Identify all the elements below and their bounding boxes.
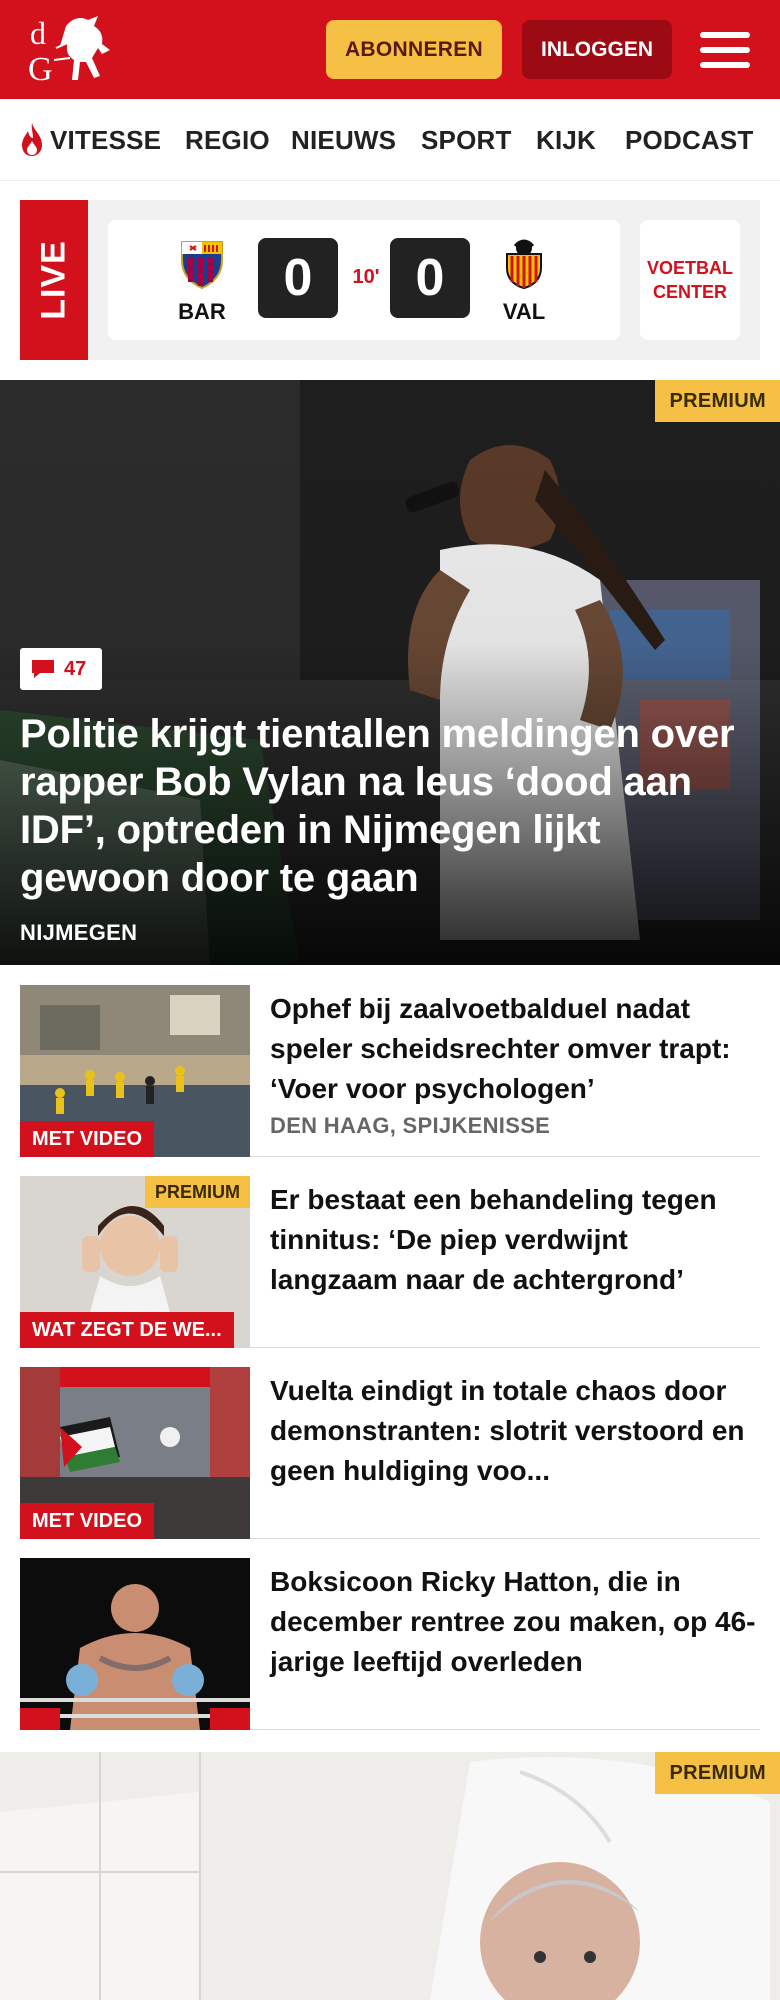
list-item[interactable]: Boksicoon Ricky Hatton, die in december …	[20, 1558, 760, 1730]
match-minute: 10'	[352, 266, 380, 288]
login-button[interactable]: INLOGGEN	[522, 20, 672, 79]
premium-badge: PREMIUM	[145, 1176, 250, 1208]
nav-item-kijk[interactable]: KIJK	[536, 125, 596, 156]
svg-text:G: G	[28, 51, 53, 86]
home-score: 0	[258, 238, 338, 318]
article-thumbnail	[20, 1558, 250, 1730]
article-thumbnail: MET VIDEO	[20, 1367, 250, 1539]
logo-icon[interactable]: d G	[26, 12, 116, 86]
premium-badge: PREMIUM	[655, 380, 780, 422]
subscribe-button[interactable]: ABONNEREN	[326, 20, 502, 79]
live-score-widget[interactable]: LIVE BAR 0 10' 0 VAL VOETBAL CENTER	[20, 200, 760, 360]
boxing-image	[20, 1558, 250, 1730]
main-nav: VITESSE REGIO NIEUWS SPORT KIJK PODCAST	[0, 99, 780, 181]
nav-item-vitesse[interactable]: VITESSE	[50, 125, 161, 156]
nav-item-regio[interactable]: REGIO	[185, 125, 270, 156]
away-score: 0	[390, 238, 470, 318]
flame-icon	[22, 123, 42, 156]
comment-icon	[32, 660, 54, 678]
top-header: d G ABONNEREN INLOGGEN	[0, 0, 780, 99]
comment-count-badge[interactable]: 47	[20, 648, 102, 690]
nav-item-podcast[interactable]: PODCAST	[625, 125, 754, 156]
svg-text:d: d	[30, 15, 46, 51]
voetbal-center-link[interactable]: VOETBAL CENTER	[640, 220, 740, 340]
valencia-crest-icon	[506, 239, 542, 290]
premium-badge: PREMIUM	[655, 1752, 780, 1794]
hero-article[interactable]: PREMIUM 47 Politie krijgt tientallen mel…	[0, 380, 780, 965]
nav-item-nieuws[interactable]: NIEUWS	[291, 125, 396, 156]
hero-location: NIJMEGEN	[20, 920, 138, 945]
score-card[interactable]: BAR 0 10' 0 VAL	[108, 220, 620, 340]
video-tag: MET VIDEO	[20, 1503, 155, 1539]
article-title[interactable]: Vuelta eindigt in totale chaos door demo…	[270, 1371, 760, 1491]
article-thumbnail: PREMIUM WAT ZEGT DE WE...	[20, 1176, 250, 1348]
comment-count: 47	[64, 657, 87, 680]
list-item[interactable]: PREMIUM WAT ZEGT DE WE... Er bestaat een…	[20, 1176, 760, 1348]
article-location: DEN HAAG, SPIJKENISSE	[270, 1113, 551, 1138]
menu-icon[interactable]	[700, 28, 752, 72]
list-item[interactable]: MET VIDEO Ophef bij zaalvoetbalduel nada…	[20, 985, 760, 1157]
second-hero-article[interactable]: PREMIUM	[0, 1752, 780, 2000]
voetbal-center-label-2: CENTER	[652, 282, 727, 302]
article-thumbnail: MET VIDEO	[20, 985, 250, 1157]
nav-item-sport[interactable]: SPORT	[421, 125, 512, 156]
category-tag: WAT ZEGT DE WE...	[20, 1312, 234, 1348]
video-tag: MET VIDEO	[20, 1121, 155, 1157]
article-title[interactable]: Er bestaat een behandeling tegen tinnitu…	[270, 1180, 760, 1300]
voetbal-center-label-1: VOETBAL	[646, 258, 733, 278]
hero-title[interactable]: Politie krijgt tientallen meldingen over…	[20, 710, 740, 902]
live-tab: LIVE	[20, 200, 88, 360]
home-team-name: BAR	[178, 299, 226, 324]
live-label: LIVE	[34, 240, 73, 320]
home-team: BAR	[172, 238, 232, 325]
away-team-name: VAL	[502, 299, 546, 324]
article-title[interactable]: Boksicoon Ricky Hatton, die in december …	[270, 1562, 760, 1682]
list-item[interactable]: MET VIDEO Vuelta eindigt in totale chaos…	[20, 1367, 760, 1539]
article-title[interactable]: Ophef bij zaalvoetbalduel nadat speler s…	[270, 989, 760, 1109]
barcelona-crest-icon	[181, 241, 223, 290]
away-team: VAL	[494, 238, 554, 325]
